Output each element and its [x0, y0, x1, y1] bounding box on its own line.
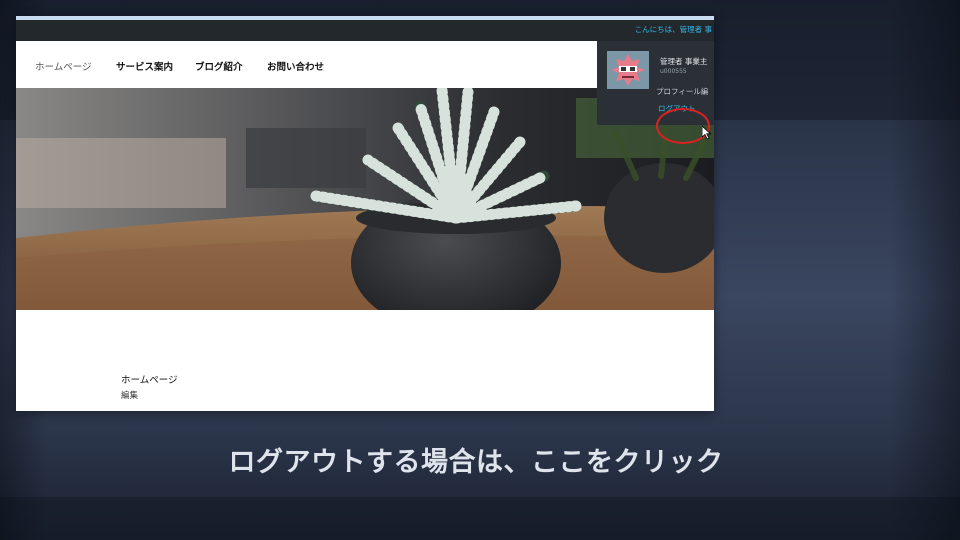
background-band-bottom: [0, 497, 960, 540]
avatar-image: [607, 51, 649, 89]
nav-item-home[interactable]: ホームページ: [35, 59, 92, 73]
nav-item-contact[interactable]: お問い合わせ: [267, 59, 324, 73]
user-id: u000555: [660, 68, 687, 75]
nav-item-services[interactable]: サービス案内: [116, 59, 173, 73]
slide-caption: ログアウトする場合は、ここをクリック: [228, 447, 724, 478]
user-display-name[interactable]: 管理者 事業主: [660, 56, 707, 67]
website-screenshot: こんにちは、管理者 事 ホームページ サービス案内 ブログ紹介 お問い合わせ ホ…: [16, 16, 714, 411]
admin-greeting-link[interactable]: こんにちは、管理者 事: [635, 24, 712, 35]
avatar[interactable]: [607, 51, 649, 89]
edit-link[interactable]: 編集: [121, 389, 138, 401]
admin-bar: こんにちは、管理者 事: [16, 20, 714, 41]
edit-profile-link[interactable]: プロフィール編: [656, 86, 708, 97]
nav-item-blog[interactable]: ブログ紹介: [195, 59, 243, 73]
mouse-pointer-icon: [702, 126, 712, 140]
page-heading: ホームページ: [121, 375, 178, 386]
